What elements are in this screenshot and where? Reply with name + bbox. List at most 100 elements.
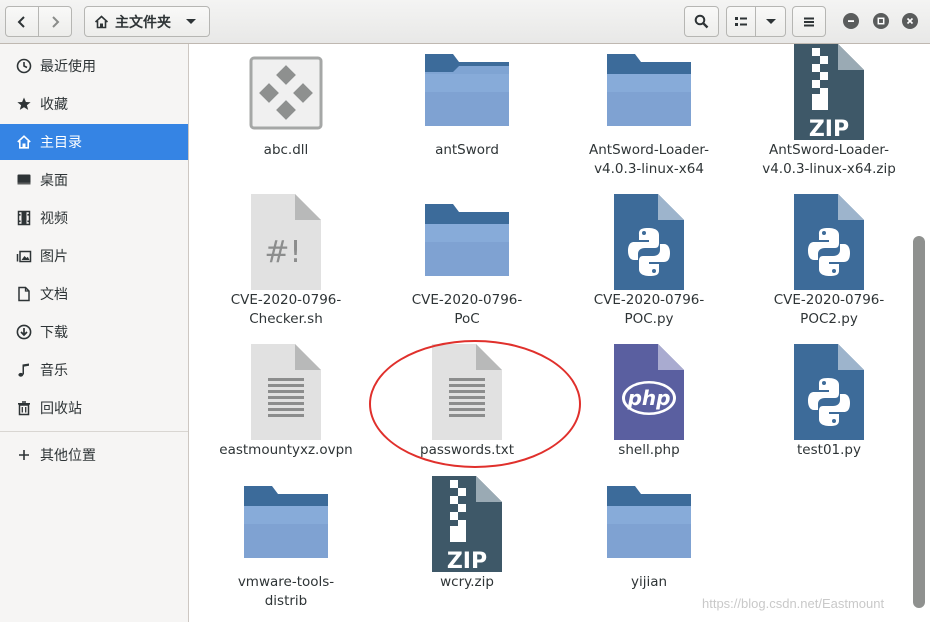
file-item-antsword-loader[interactable]: AntSword-Loader- v4.0.3-linux-x64 (559, 44, 739, 184)
view-options-button[interactable] (755, 6, 786, 37)
sidebar-item-recent[interactable]: 最近使用 (0, 48, 188, 84)
sidebar-item-videos[interactable]: 视频 (0, 200, 188, 236)
zip-label: ZIP (447, 549, 487, 572)
sidebar-item-pictures[interactable]: 图片 (0, 238, 188, 274)
file-item-cve-checker-sh[interactable]: #! CVE-2020-0796- Checker.sh (196, 194, 376, 334)
document-icon (15, 286, 32, 303)
file-item-antsword[interactable]: antSword (377, 44, 557, 184)
zip-archive-icon: ZIP (377, 476, 557, 572)
file-item-passwords-txt[interactable]: passwords.txt (377, 344, 557, 464)
caret-down-icon (186, 18, 196, 24)
file-name: AntSword-Loader- v4.0.3-linux-x64.zip (762, 142, 896, 177)
script-file-icon: #! (196, 194, 376, 290)
search-icon (694, 14, 709, 29)
maximize-button[interactable] (873, 13, 889, 29)
file-name: antSword (435, 142, 499, 158)
search-button[interactable] (684, 6, 719, 37)
zip-label: ZIP (809, 117, 849, 140)
file-name: test01.py (797, 442, 861, 458)
clock-icon (15, 58, 32, 75)
sidebar-item-label: 其他位置 (40, 448, 96, 464)
forward-button[interactable] (38, 6, 72, 37)
back-button[interactable] (5, 6, 39, 37)
php-label: php (627, 386, 671, 410)
file-item-shell-php[interactable]: php shell.php (559, 344, 739, 464)
file-name: vmware-tools- distrib (237, 574, 335, 609)
file-item-cve-poc-py[interactable]: CVE-2020-0796- POC.py (559, 194, 739, 334)
home-icon (94, 14, 109, 28)
close-button[interactable] (902, 13, 918, 29)
file-item-eastmountyxz-ovpn[interactable]: eastmountyxz.ovpn (196, 344, 376, 464)
view-toggle-button[interactable] (726, 6, 756, 37)
folder-icon (377, 52, 557, 128)
download-icon (15, 324, 32, 341)
folder-icon (377, 202, 557, 278)
sidebar-item-trash[interactable]: 回收站 (0, 390, 188, 426)
sidebar-item-label: 下载 (40, 325, 68, 341)
file-name: CVE-2020-0796- PoC (411, 292, 523, 327)
minimize-icon (848, 20, 854, 22)
maximize-icon (877, 17, 885, 25)
watermark: https://blog.csdn.net/Eastmount (702, 596, 885, 611)
file-item-cve-poc-folder[interactable]: CVE-2020-0796- PoC (377, 194, 557, 334)
path-bar-home[interactable]: 主文件夹 (84, 6, 210, 37)
python-file-icon (739, 344, 919, 440)
hamburger-menu-icon (804, 17, 814, 26)
plus-icon (15, 447, 32, 464)
file-name: CVE-2020-0796- POC2.py (773, 292, 885, 327)
close-icon (906, 17, 914, 25)
sidebar-item-music[interactable]: 音乐 (0, 352, 188, 388)
path-label: 主文件夹 (115, 14, 171, 31)
sidebar-item-desktop[interactable]: 桌面 (0, 162, 188, 198)
dll-file-icon (196, 56, 376, 130)
file-item-abc-dll[interactable]: abc.dll (196, 44, 376, 184)
sidebar-item-downloads[interactable]: 下载 (0, 314, 188, 350)
trash-icon (15, 400, 32, 417)
file-item-vmware-tools-distrib[interactable]: vmware-tools- distrib (196, 476, 376, 616)
file-name: wcry.zip (440, 574, 494, 590)
python-file-icon (739, 194, 919, 290)
sidebar-item-other-locations[interactable]: 其他位置 (0, 437, 188, 473)
sidebar-item-label: 音乐 (40, 363, 68, 379)
script-label: #! (264, 235, 301, 270)
file-name: abc.dll (263, 142, 309, 158)
sidebar-item-home[interactable]: 主目录 (0, 124, 188, 160)
list-view-icon (735, 16, 747, 26)
vertical-scrollbar[interactable] (913, 236, 925, 608)
file-name: yijian (630, 574, 668, 590)
text-file-icon (377, 344, 557, 440)
film-icon (15, 210, 32, 227)
minimize-button[interactable] (843, 13, 859, 29)
file-item-test01-py[interactable]: test01.py (739, 344, 919, 464)
file-name: AntSword-Loader- v4.0.3-linux-x64 (589, 142, 709, 177)
sidebar-item-starred[interactable]: 收藏 (0, 86, 188, 122)
sidebar-item-label: 收藏 (40, 97, 68, 113)
menu-button[interactable] (792, 6, 826, 37)
file-name: eastmountyxz.ovpn (219, 442, 353, 458)
folder-icon (559, 484, 739, 560)
header-bar: 主文件夹 (0, 0, 930, 44)
file-name: CVE-2020-0796- Checker.sh (230, 292, 342, 327)
folder-icon (559, 52, 739, 128)
file-item-yijian[interactable]: yijian (559, 476, 739, 616)
file-name: CVE-2020-0796- POC.py (593, 292, 705, 327)
sidebar-item-documents[interactable]: 文档 (0, 276, 188, 312)
sidebar-item-label: 视频 (40, 211, 68, 227)
file-item-antsword-loader-zip[interactable]: ZIP AntSword-Loader- v4.0.3-linux-x64.zi… (739, 44, 919, 184)
file-item-cve-poc2-py[interactable]: CVE-2020-0796- POC2.py (739, 194, 919, 334)
music-icon (15, 362, 32, 379)
chevron-left-icon (17, 15, 25, 28)
php-file-icon: php (559, 344, 739, 440)
sidebar-item-label: 文档 (40, 287, 68, 303)
sidebar-item-label: 回收站 (40, 401, 82, 417)
sidebar-item-label: 最近使用 (40, 59, 96, 75)
text-file-icon (196, 344, 376, 440)
star-icon (15, 96, 32, 113)
view-mode-buttons (726, 6, 786, 37)
file-name: passwords.txt (420, 442, 514, 458)
zip-archive-icon: ZIP (739, 44, 919, 140)
desktop-icon (15, 172, 32, 189)
file-item-wcry-zip[interactable]: ZIP wcry.zip (377, 476, 557, 616)
sidebar-item-label: 图片 (40, 249, 68, 265)
image-icon (15, 248, 32, 265)
